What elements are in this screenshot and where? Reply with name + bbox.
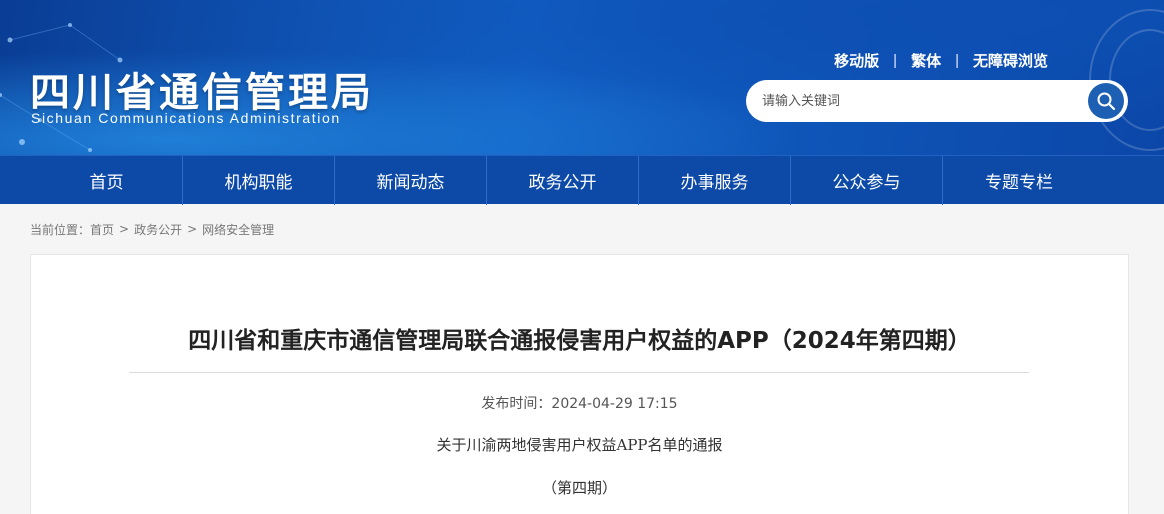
breadcrumb-separator: > [119,222,130,236]
site-header: 四川省通信管理局 Sichuan Communications Administ… [0,0,1164,155]
breadcrumb-gov-info[interactable]: 政务公开 [134,221,182,238]
search-box [746,80,1128,122]
search-icon [1097,92,1116,111]
nav-item-topics[interactable]: 专题专栏 [943,156,1095,205]
nav-item-functions[interactable]: 机构职能 [183,156,335,205]
article-container: 四川省和重庆市通信管理局联合通报侵害用户权益的APP（2024年第四期） 发布时… [30,254,1129,514]
search-button[interactable] [1088,83,1124,119]
nav-item-news[interactable]: 新闻动态 [335,156,487,205]
nav-item-participation[interactable]: 公众参与 [791,156,943,205]
main-nav: 首页 机构职能 新闻动态 政务公开 办事服务 公众参与 专题专栏 [0,155,1164,205]
accessibility-link[interactable]: 无障碍浏览 [973,50,1048,71]
nav-item-services[interactable]: 办事服务 [639,156,791,205]
breadcrumb-label: 当前位置： [30,222,91,237]
traditional-chinese-link[interactable]: 繁体 [911,50,941,71]
title-divider [129,372,1029,373]
breadcrumb-separator: > [187,222,198,236]
nav-item-home[interactable]: 首页 [31,156,183,205]
publish-date: 发布时间：2024-04-29 17:15 [481,396,678,412]
article-subtitle: 关于川渝两地侵害用户权益APP名单的通报 [436,436,723,454]
article-issue: （第四期） [541,479,617,497]
site-title-en: Sichuan Communications Administration [31,110,341,126]
article-title: 四川省和重庆市通信管理局联合通报侵害用户权益的APP（2024年第四期） [188,328,971,354]
nav-item-gov-info[interactable]: 政务公开 [487,156,639,205]
breadcrumb-network-security[interactable]: 网络安全管理 [202,221,274,238]
quick-links: 移动版 | 繁体 | 无障碍浏览 [834,50,1048,71]
mobile-version-link[interactable]: 移动版 [834,50,879,71]
link-separator: | [955,52,959,69]
breadcrumb: 当前位置： 首页 > 政务公开 > 网络安全管理 [0,204,1164,254]
breadcrumb-home[interactable]: 首页 [90,221,114,238]
link-separator: | [893,52,898,69]
search-input[interactable] [762,90,1082,112]
